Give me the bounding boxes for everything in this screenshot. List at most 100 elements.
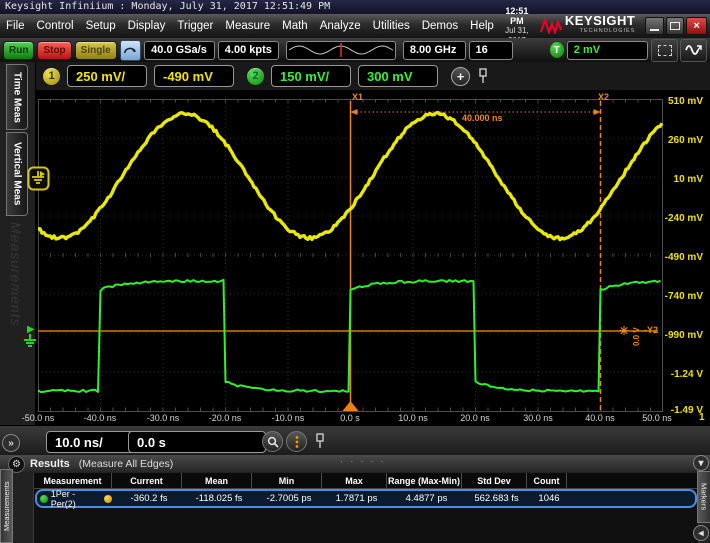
- dotted-column-icon: [292, 435, 302, 449]
- scope-grid[interactable]: [38, 99, 663, 412]
- col-filler: [566, 473, 698, 488]
- memory-depth-field[interactable]: 4.00 kpts: [218, 41, 279, 60]
- x-axis-label: -10.0 ns: [264, 413, 312, 423]
- menu-setup[interactable]: Setup: [80, 20, 122, 32]
- col-min[interactable]: Min: [251, 473, 321, 488]
- averages-field[interactable]: 16: [469, 41, 513, 60]
- col-current[interactable]: Current: [111, 473, 181, 488]
- keysight-spark-icon: [540, 18, 562, 34]
- intensity-button[interactable]: [286, 431, 307, 452]
- minimize-button[interactable]: [645, 17, 663, 35]
- sine-arrow-icon: [685, 43, 703, 57]
- close-button[interactable]: ×: [686, 17, 707, 35]
- stop-button[interactable]: Stop: [37, 41, 71, 60]
- close-icon: ×: [693, 20, 699, 32]
- menu-bar: File Control Setup Display Trigger Measu…: [0, 14, 710, 39]
- menu-trigger[interactable]: Trigger: [171, 20, 219, 32]
- refresh-arrow-icon: [123, 44, 137, 56]
- add-channel-button[interactable]: +: [451, 67, 470, 86]
- selection-box-icon: [658, 45, 672, 56]
- pin-icon[interactable]: [314, 433, 326, 449]
- acquisition-preview[interactable]: [286, 41, 396, 60]
- restore-icon: [670, 22, 680, 30]
- run-button[interactable]: Run: [3, 41, 34, 60]
- trigger-chip[interactable]: T: [550, 42, 564, 58]
- tab-measurements[interactable]: Measurements: [0, 469, 13, 543]
- menu-display[interactable]: Display: [122, 20, 172, 32]
- channel1-scale-field[interactable]: 250 mV/: [67, 65, 147, 87]
- menu-measure[interactable]: Measure: [219, 20, 276, 32]
- col-max[interactable]: Max: [321, 473, 386, 488]
- menu-analyze[interactable]: Analyze: [314, 20, 367, 32]
- menu-help[interactable]: Help: [464, 20, 500, 32]
- channel2-chip[interactable]: 2: [247, 68, 264, 85]
- bandwidth-field[interactable]: 8.00 GHz: [403, 41, 466, 60]
- col-count[interactable]: Count: [526, 473, 566, 488]
- y2-asterisk-icon[interactable]: ✳: [619, 324, 629, 338]
- y-axis-label: 510 mV: [657, 96, 703, 107]
- x-axis-label: -50.0 ns: [14, 413, 62, 423]
- y-axis-label: 10 mV: [657, 174, 703, 185]
- tab-vertical-meas[interactable]: Vertical Meas: [6, 132, 28, 216]
- single-button[interactable]: Single: [75, 41, 117, 60]
- x-axis-label: 50.0 ns: [633, 413, 681, 423]
- col-measurement[interactable]: Measurement: [34, 473, 111, 488]
- x-axis-label: 10.0 ns: [389, 413, 437, 423]
- measurements-watermark: Measurements: [8, 222, 24, 327]
- waveform-tool-button[interactable]: [680, 39, 707, 62]
- y-axis-label: 260 mV: [657, 135, 703, 146]
- zoom-select-button[interactable]: [651, 39, 678, 62]
- results-header: ⚙ Results (Measure All Edges) · · · · ·: [0, 455, 710, 472]
- channel2-offset-field[interactable]: 300 mV: [358, 65, 438, 87]
- menu-file[interactable]: File: [0, 20, 31, 32]
- menu-math[interactable]: Math: [276, 20, 314, 32]
- value-count: 1046: [529, 493, 569, 504]
- zoom-button[interactable]: [262, 431, 283, 452]
- x2-marker-label[interactable]: X2: [598, 92, 609, 102]
- delta-time-label: 40.000 ns: [462, 113, 503, 123]
- col-mean[interactable]: Mean: [181, 473, 251, 488]
- expand-panel-button[interactable]: »: [2, 434, 20, 452]
- magnifier-icon: [267, 436, 279, 448]
- clear-display-button[interactable]: [120, 40, 141, 61]
- value-max: 1.7871 ps: [324, 493, 389, 504]
- pin-icon[interactable]: [477, 68, 489, 84]
- timebase-scale-field[interactable]: 10.0 ns/: [46, 431, 138, 453]
- keysight-logo: KEYSIGHT TECHNOLOGIES: [540, 16, 635, 36]
- tab-time-meas[interactable]: Time Meas: [6, 64, 28, 130]
- channel1-offset-field[interactable]: -490 mV: [154, 65, 234, 87]
- x1-marker-label[interactable]: X1: [352, 92, 363, 102]
- x-axis-label: 30.0 ns: [514, 413, 562, 423]
- ch2-ground-icon[interactable]: [22, 334, 38, 348]
- menu-control[interactable]: Control: [31, 20, 80, 32]
- y-axis-label: -990 mV: [657, 330, 703, 341]
- results-panel: ⚙ Results (Measure All Edges) · · · · · …: [0, 455, 710, 543]
- x-axis-label: 20.0 ns: [451, 413, 499, 423]
- col-stddev[interactable]: Std Dev: [461, 473, 526, 488]
- channel2-scale-field[interactable]: 150 mV/: [271, 65, 351, 87]
- sample-rate-field[interactable]: 40.0 GSa/s: [144, 41, 215, 60]
- x-axis-label: -20.0 ns: [201, 413, 249, 423]
- timebase-position-field[interactable]: 0.0 s: [128, 431, 266, 453]
- minimize-icon: [650, 29, 659, 31]
- scroll-down-button[interactable]: ◂: [693, 525, 709, 541]
- results-subtitle: (Measure All Edges): [79, 458, 174, 470]
- tab-markers[interactable]: Markers: [697, 471, 710, 523]
- acquisition-toolbar: Run Stop Single 40.0 GSa/s 4.00 kpts 8.0…: [0, 38, 710, 62]
- oscilloscope-app: Keysight Infiniium : Monday, July 31, 20…: [0, 0, 710, 543]
- menu-demos[interactable]: Demos: [416, 20, 464, 32]
- col-range[interactable]: Range (Max-Min): [386, 473, 461, 488]
- drag-handle[interactable]: · · · · ·: [340, 456, 386, 467]
- results-title: Results: [30, 458, 70, 470]
- ch1-ground-marker[interactable]: [27, 166, 50, 191]
- value-range: 4.4877 ps: [389, 493, 464, 504]
- trigger-level-field[interactable]: 2 mV: [567, 41, 648, 60]
- menu-utilities[interactable]: Utilities: [367, 20, 416, 32]
- restore-button[interactable]: [666, 17, 684, 35]
- waveform-preview-icon: [289, 42, 393, 58]
- scroll-up-button[interactable]: ▾: [693, 455, 709, 471]
- y2-marker-label[interactable]: -Y2: [644, 325, 658, 335]
- results-table: Measurement Current Mean Min Max Range (…: [33, 473, 699, 543]
- measurement-row[interactable]: 1Per - Per(2) -360.2 fs -118.025 fs -2.7…: [35, 489, 697, 508]
- channel1-chip[interactable]: 1: [43, 68, 60, 85]
